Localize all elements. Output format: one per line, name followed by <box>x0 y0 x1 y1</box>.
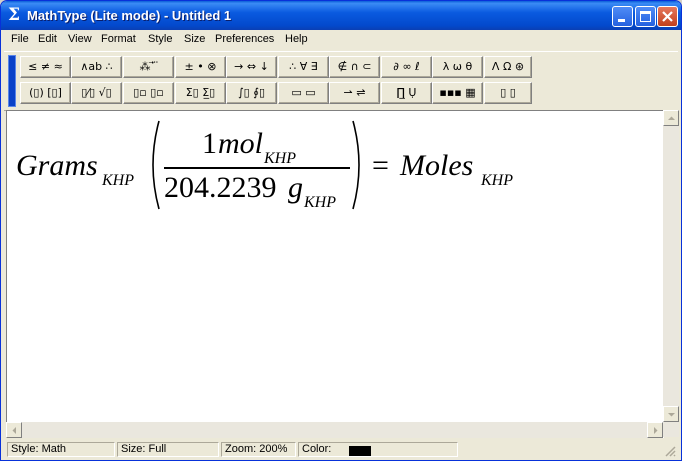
status-style: Style: Math <box>7 442 115 457</box>
greek-lower-palette-icon[interactable]: λ ω θ <box>432 56 483 78</box>
set-theory-palette-icon[interactable]: ∉ ∩ ⊂ <box>329 56 380 78</box>
numerator-subscript: KHP <box>264 150 296 167</box>
menu-format[interactable]: Format <box>101 33 136 45</box>
size-grip-icon[interactable] <box>663 444 677 458</box>
integrals-palette-icon[interactable]: ∫▯ ∮▯ <box>226 82 277 104</box>
arrow-up-icon <box>668 116 675 120</box>
equation-editor-area[interactable]: Grams KHP 1 mol KHP 204.2239 g KHP = Mol… <box>6 110 664 438</box>
menu-view[interactable]: View <box>68 33 92 45</box>
left-paren-icon <box>152 120 160 210</box>
fractions-radicals-palette-icon[interactable]: ▯⁄▯ √▯ <box>71 82 122 104</box>
denominator-subscript: KHP <box>304 194 336 211</box>
menu-preferences[interactable]: Preferences <box>215 33 274 45</box>
title-bar[interactable]: Σ MathType (Lite mode) - Untitled 1 <box>1 1 681 30</box>
menu-bar: File Edit View Format Style Size Prefere… <box>4 30 678 50</box>
status-size: Size: Full <box>117 442 219 457</box>
arrow-right-icon <box>654 427 658 434</box>
horizontal-scrollbar[interactable] <box>6 422 663 438</box>
vertical-scrollbar[interactable] <box>663 110 679 437</box>
scroll-left-button[interactable] <box>6 422 22 438</box>
maximize-icon <box>640 11 651 22</box>
fences-palette-icon[interactable]: (▯) [▯] <box>20 82 71 104</box>
operators-palette-icon[interactable]: ± • ⊗ <box>175 56 226 78</box>
lhs-variable: Grams <box>16 149 98 182</box>
status-bar: Style: Math Size: Full Zoom: 200% Color: <box>4 439 678 459</box>
window-title: MathType (Lite mode) - Untitled 1 <box>27 8 232 23</box>
denominator-variable: g <box>288 171 303 204</box>
minimize-icon <box>618 19 625 22</box>
menu-file[interactable]: File <box>11 33 29 45</box>
products-palette-icon[interactable]: ∏̲ Ụ <box>381 82 432 104</box>
logic-palette-icon[interactable]: ∴ ∀ ∃ <box>278 56 329 78</box>
equation: Grams KHP 1 mol KHP 204.2239 g KHP = Mol… <box>16 117 576 217</box>
lhs-subscript: KHP <box>102 172 134 189</box>
right-paren-icon <box>352 120 360 210</box>
status-zoom: Zoom: 200% <box>221 442 296 457</box>
boxes-palette-icon[interactable]: ▯ ▯ <box>484 82 532 104</box>
menu-style[interactable]: Style <box>148 33 172 45</box>
close-button[interactable] <box>657 6 678 27</box>
arrows-palette-icon[interactable]: → ⇔ ↓ <box>226 56 277 78</box>
numerator-coefficient: 1 <box>202 127 217 160</box>
numerator-variable: mol <box>218 127 263 160</box>
mathtype-window: Σ MathType (Lite mode) - Untitled 1 File… <box>0 0 682 461</box>
scroll-right-button[interactable] <box>647 422 663 438</box>
relations-palette-icon[interactable]: ≤ ≠ ≈ <box>20 56 71 78</box>
maximize-button[interactable] <box>635 6 656 27</box>
denominator-coefficient: 204.2239 <box>164 171 277 204</box>
spaces-ellipses-palette-icon[interactable]: ∧ab ∴ <box>71 56 122 78</box>
menu-help[interactable]: Help <box>285 33 308 45</box>
underbars-palette-icon[interactable]: ▭ ▭ <box>278 82 329 104</box>
menu-edit[interactable]: Edit <box>38 33 57 45</box>
menu-size[interactable]: Size <box>184 33 205 45</box>
greek-upper-palette-icon[interactable]: Λ Ω ⊛ <box>484 56 532 78</box>
symbol-template-toolbar: ≤ ≠ ≈ ∧ab ∴ ⁂ ⃗ ⃛ ± • ⊗ → ⇔ ↓ ∴ ∀ ∃ ∉ ∩ … <box>4 51 678 111</box>
arrow-left-icon <box>12 427 16 434</box>
minimize-button[interactable] <box>612 6 633 27</box>
fraction-bar <box>164 167 350 169</box>
calculus-palette-icon[interactable]: ∂ ∞ ℓ <box>381 56 432 78</box>
rhs-subscript: KHP <box>481 172 513 189</box>
close-icon <box>662 11 673 22</box>
embellishments-palette-icon[interactable]: ⁂ ⃗ ⃛ <box>123 56 174 78</box>
labeled-arrows-palette-icon[interactable]: ⇀ ⇌ <box>329 82 380 104</box>
scroll-up-button[interactable] <box>663 110 679 126</box>
sigma-app-icon[interactable]: Σ <box>8 6 24 24</box>
scroll-down-button[interactable] <box>663 406 679 422</box>
toolbar-grip[interactable] <box>8 55 16 107</box>
subscripts-palette-icon[interactable]: ▯▫ ▯▫ <box>123 82 174 104</box>
color-swatch <box>349 446 371 456</box>
equals-sign: = <box>372 149 389 182</box>
status-color-label: Color: <box>302 443 332 455</box>
matrices-palette-icon[interactable]: ▪▪▪ ▦ <box>432 82 483 104</box>
rhs-variable: Moles <box>400 149 474 182</box>
summations-palette-icon[interactable]: Σ▯ Σ̲▯ <box>175 82 226 104</box>
status-color-panel: Color: <box>298 442 458 457</box>
arrow-down-icon <box>668 413 675 417</box>
